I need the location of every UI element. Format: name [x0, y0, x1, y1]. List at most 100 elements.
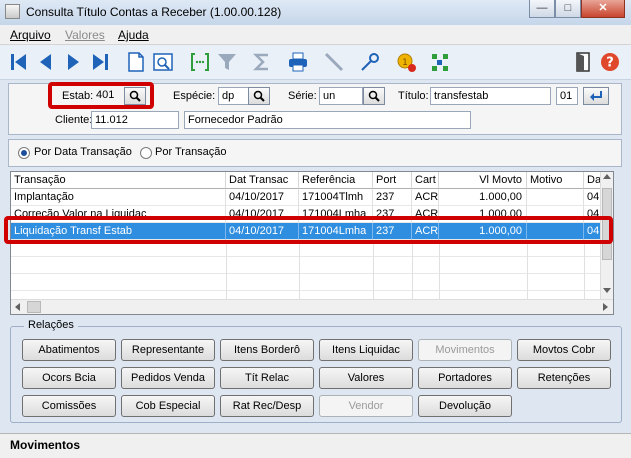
- tit-relac-button[interactable]: Tít Relac: [220, 367, 314, 389]
- column-header-referencia[interactable]: Referência: [299, 172, 373, 189]
- devolucao-button[interactable]: Devolução: [418, 395, 512, 417]
- scroll-down-icon[interactable]: [603, 288, 611, 293]
- tree-icon[interactable]: [428, 50, 452, 74]
- empty-rows: [11, 240, 601, 300]
- next-icon[interactable]: [61, 50, 85, 74]
- cell-referencia: 171004Tlmh: [299, 189, 373, 206]
- vertical-scrollbar[interactable]: [600, 172, 613, 299]
- menu-arquivo[interactable]: Arquivo: [10, 28, 51, 42]
- close-button[interactable]: ✕: [581, 0, 625, 18]
- new-document-icon[interactable]: [124, 50, 148, 74]
- column-header-valor[interactable]: Vl Movto: [439, 172, 527, 189]
- cell-port: 237: [373, 223, 412, 240]
- especie-field[interactable]: dp: [218, 87, 250, 105]
- transactions-grid[interactable]: Transação Dat Transac Referência Port Ca…: [10, 171, 614, 315]
- column-header-port[interactable]: Port: [373, 172, 412, 189]
- search-icon: [253, 90, 265, 102]
- cell-data: 04/10/2017: [226, 223, 299, 240]
- first-icon[interactable]: [7, 50, 31, 74]
- cell-motivo: [527, 223, 584, 240]
- cell-cart: ACR: [412, 189, 439, 206]
- movimentos-button[interactable]: Movimentos: [418, 339, 512, 361]
- svg-text:?: ?: [606, 56, 614, 71]
- column-line: [527, 240, 528, 300]
- cell-port: 237: [373, 206, 412, 223]
- parcela-field[interactable]: 01: [556, 87, 578, 105]
- coin-icon[interactable]: 1: [394, 50, 418, 74]
- maximize-button[interactable]: □: [555, 0, 581, 18]
- last-icon[interactable]: [88, 50, 112, 74]
- cell-motivo: [527, 189, 584, 206]
- sort-by-transaction-label: Por Transação: [155, 146, 227, 158]
- cob-especial-button[interactable]: Cob Especial: [121, 395, 215, 417]
- app-icon: [5, 4, 20, 19]
- movtos-cobr-button[interactable]: Movtos Cobr: [517, 339, 611, 361]
- status-bar: Movimentos: [0, 433, 631, 458]
- vertical-scroll-thumb[interactable]: [602, 188, 612, 260]
- cliente-name-field: Fornecedor Padrão: [184, 111, 471, 129]
- cell-referencia: 171004Lmha: [299, 206, 373, 223]
- filter-icon[interactable]: [215, 50, 239, 74]
- header-panel: Estab: 401 Espécie: dp Série: un Título:…: [8, 83, 622, 135]
- column-line: [412, 240, 413, 300]
- relations-title: Relações: [24, 319, 78, 331]
- cell-transacao: Liquidação Transf Estab: [11, 223, 226, 240]
- estab-field[interactable]: 401: [93, 87, 123, 105]
- serie-search-button[interactable]: [363, 87, 385, 105]
- especie-search-button[interactable]: [248, 87, 270, 105]
- svg-text:1: 1: [402, 58, 408, 68]
- titulo-field[interactable]: transfestab: [430, 87, 551, 105]
- cliente-code-field[interactable]: 11.012: [91, 111, 179, 129]
- column-header-cart[interactable]: Cart: [412, 172, 439, 189]
- minimize-button[interactable]: —: [529, 0, 555, 18]
- column-line: [373, 240, 374, 300]
- itens-liquidac-button[interactable]: Itens Liquidac: [319, 339, 413, 361]
- column-header-da[interactable]: Da: [584, 172, 601, 189]
- pen-icon[interactable]: [322, 50, 346, 74]
- ocors-bcia-button[interactable]: Ocors Bcia: [22, 367, 116, 389]
- help-icon[interactable]: ?: [598, 50, 622, 74]
- toolbar: 1 ?: [0, 45, 631, 80]
- previous-icon[interactable]: [34, 50, 58, 74]
- horizontal-scrollbar[interactable]: [11, 299, 613, 314]
- column-header-transacao[interactable]: Transação: [11, 172, 226, 189]
- abatimentos-button[interactable]: Abatimentos: [22, 339, 116, 361]
- column-header-motivo[interactable]: Motivo: [527, 172, 584, 189]
- retencoes-button[interactable]: Retenções: [517, 367, 611, 389]
- scroll-right-icon[interactable]: [603, 303, 608, 311]
- sum-icon[interactable]: [250, 50, 274, 74]
- cell-transacao: Correção Valor na Liquidac: [11, 206, 226, 223]
- representante-button[interactable]: Representante: [121, 339, 215, 361]
- estab-search-button[interactable]: [124, 87, 146, 105]
- print-icon[interactable]: [286, 50, 310, 74]
- sort-by-transaction-radio[interactable]: [140, 147, 152, 159]
- goto-icon[interactable]: [188, 50, 212, 74]
- cell-motivo: [527, 206, 584, 223]
- search-icon: [129, 90, 141, 102]
- comissoes-button[interactable]: Comissões: [22, 395, 116, 417]
- menu-valores[interactable]: Valores: [65, 28, 105, 42]
- cell-valor: 1.000,00: [439, 206, 527, 223]
- menu-ajuda[interactable]: Ajuda: [118, 28, 149, 42]
- zoom-window-icon[interactable]: [151, 50, 175, 74]
- enter-arrow-icon: [590, 91, 602, 101]
- horizontal-scroll-thumb[interactable]: [27, 301, 41, 313]
- valores-button[interactable]: Valores: [319, 367, 413, 389]
- rat-rec-desp-button[interactable]: Rat Rec/Desp: [220, 395, 314, 417]
- exit-icon[interactable]: [571, 50, 595, 74]
- portadores-button[interactable]: Portadores: [418, 367, 512, 389]
- itens-bordero-button[interactable]: Itens Borderô: [220, 339, 314, 361]
- cell-da: 04: [584, 206, 601, 223]
- serie-field[interactable]: un: [319, 87, 363, 105]
- scroll-left-icon[interactable]: [15, 303, 20, 311]
- vendor-button[interactable]: Vendor: [319, 395, 413, 417]
- sort-by-date-label: Por Data Transação: [34, 146, 132, 158]
- window-title: Consulta Título Contas a Receber (1.00.0…: [26, 5, 282, 19]
- sort-by-date-radio[interactable]: [18, 147, 30, 159]
- scroll-up-icon[interactable]: [603, 174, 611, 179]
- key-icon[interactable]: [358, 50, 382, 74]
- go-button[interactable]: [583, 87, 609, 105]
- column-header-data[interactable]: Dat Transac: [226, 172, 299, 189]
- search-icon: [368, 90, 380, 102]
- pedidos-venda-button[interactable]: Pedidos Venda: [121, 367, 215, 389]
